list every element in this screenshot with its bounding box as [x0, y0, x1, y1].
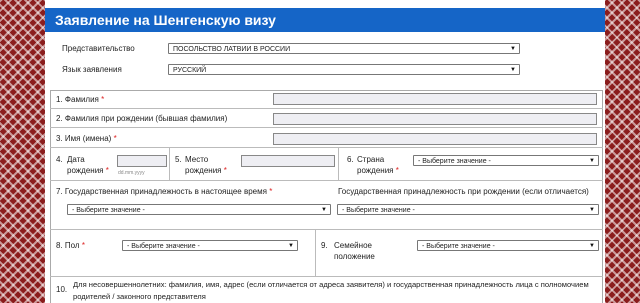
marital-status-value: - Выберите значение -: [422, 243, 495, 250]
field-4-label: Дата: [67, 155, 85, 164]
chevron-down-icon: ▼: [510, 46, 516, 52]
chevron-down-icon: ▼: [589, 243, 595, 249]
field-10-num: 10.: [56, 285, 68, 294]
row-divider: [50, 229, 603, 230]
field-9-label: Семейное: [334, 241, 372, 250]
field-1-label: 1. Фамилия *: [56, 95, 105, 104]
row-divider: [50, 147, 603, 148]
field-2-label: 2. Фамилия при рождении (бывшая фамилия): [56, 114, 228, 123]
chevron-down-icon: ▼: [321, 207, 327, 213]
field-7-label: 7. Государственная принадлежность в наст…: [56, 187, 273, 196]
representation-select[interactable]: ПОСОЛЬСТВО ЛАТВИИ В РОССИИ ▼: [168, 43, 520, 54]
birth-place-input[interactable]: [241, 155, 335, 167]
field-10-label-2: родителей / законного представителя: [73, 292, 206, 301]
field-3-label: 3. Имя (имена) *: [56, 134, 117, 143]
birth-date-input[interactable]: [117, 155, 167, 167]
page-title: Заявление на Шенгенскую визу: [55, 12, 276, 28]
gender-select[interactable]: - Выберите значение - ▼: [122, 240, 298, 251]
chevron-down-icon: ▼: [589, 158, 595, 164]
current-nationality-value: - Выберите значение -: [72, 207, 145, 214]
application-form: Заявление на Шенгенскую визу Представите…: [45, 0, 605, 303]
field-5-num: 5.: [175, 155, 182, 164]
language-select[interactable]: РУССКИЙ ▼: [168, 64, 520, 75]
marital-status-select[interactable]: - Выберите значение - ▼: [417, 240, 599, 251]
col-divider: [315, 229, 316, 276]
chevron-down-icon: ▼: [589, 207, 595, 213]
field-9-num: 9.: [321, 241, 328, 250]
gender-value: - Выберите значение -: [127, 243, 200, 250]
row-divider: [50, 108, 603, 109]
current-nationality-select[interactable]: - Выберите значение - ▼: [67, 204, 331, 215]
birth-surname-input[interactable]: [273, 113, 597, 125]
birth-country-value: - Выберите значение -: [418, 158, 491, 165]
representation-label: Представительство: [62, 44, 135, 53]
surname-input[interactable]: [273, 93, 597, 105]
birth-nationality-select[interactable]: - Выберите значение - ▼: [337, 204, 599, 215]
chevron-down-icon: ▼: [288, 243, 294, 249]
field-4-label-2: рождения *: [67, 166, 109, 175]
representation-value: ПОСОЛЬСТВО ЛАТВИИ В РОССИИ: [173, 46, 291, 53]
col-divider: [338, 147, 339, 180]
field-6-num: 6.: [347, 155, 354, 164]
field-5-label: Место: [185, 155, 209, 164]
field-6-label-2: рождения *: [357, 166, 399, 175]
form-header: Заявление на Шенгенскую визу: [45, 8, 605, 32]
birth-country-select[interactable]: - Выберите значение - ▼: [413, 155, 599, 166]
field-7b-label: Государственная принадлежность при рожде…: [338, 187, 589, 196]
field-4-num: 4.: [56, 155, 63, 164]
field-9-label-2: положение: [334, 252, 375, 261]
birth-nationality-value: - Выберите значение -: [342, 207, 415, 214]
row-divider: [50, 180, 603, 181]
language-label: Язык заявления: [62, 65, 122, 74]
col-divider: [169, 147, 170, 180]
date-format-hint: dd.mm.yyyy: [118, 170, 145, 176]
row-divider: [50, 127, 603, 128]
row-divider: [50, 276, 603, 277]
first-name-input[interactable]: [273, 133, 597, 145]
field-8-label: 8. Пол *: [56, 241, 85, 250]
field-6-label: Страна: [357, 155, 385, 164]
field-10-label: Для несовершеннолетних: фамилия, имя, ад…: [73, 280, 589, 289]
chevron-down-icon: ▼: [510, 67, 516, 73]
field-5-label-2: рождения *: [185, 166, 227, 175]
language-value: РУССКИЙ: [173, 67, 207, 74]
